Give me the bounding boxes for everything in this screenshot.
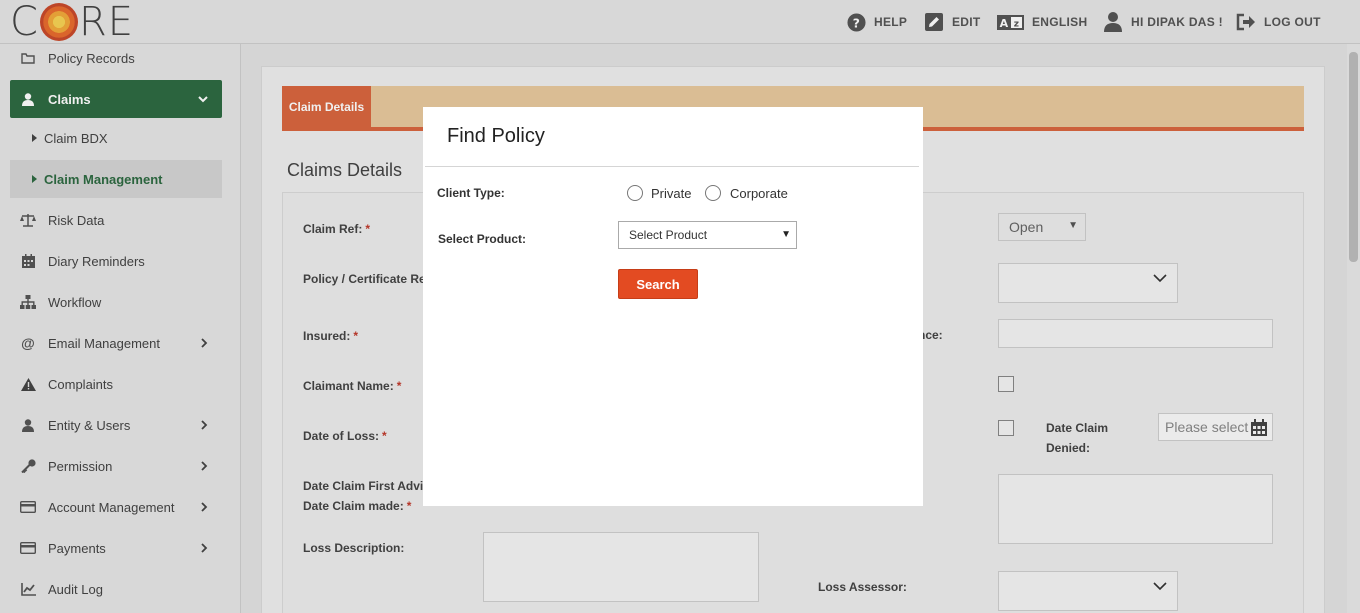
caret-down-icon: ▼ bbox=[781, 229, 791, 240]
radio-private[interactable] bbox=[627, 185, 643, 201]
radio-private-label[interactable]: Private bbox=[651, 186, 691, 201]
modal-title: Find Policy bbox=[447, 125, 545, 147]
radio-corporate[interactable] bbox=[705, 185, 721, 201]
product-select[interactable]: Select Product ▼ bbox=[618, 221, 797, 249]
select-product-label: Select Product: bbox=[438, 232, 527, 246]
search-button[interactable]: Search bbox=[618, 269, 698, 299]
product-select-value: Select Product bbox=[629, 228, 708, 242]
find-policy-modal: Find Policy Client Type: Private Corpora… bbox=[423, 107, 923, 506]
modal-divider bbox=[425, 166, 919, 167]
radio-corporate-label[interactable]: Corporate bbox=[730, 186, 788, 201]
client-type-label: Client Type: bbox=[437, 186, 505, 200]
